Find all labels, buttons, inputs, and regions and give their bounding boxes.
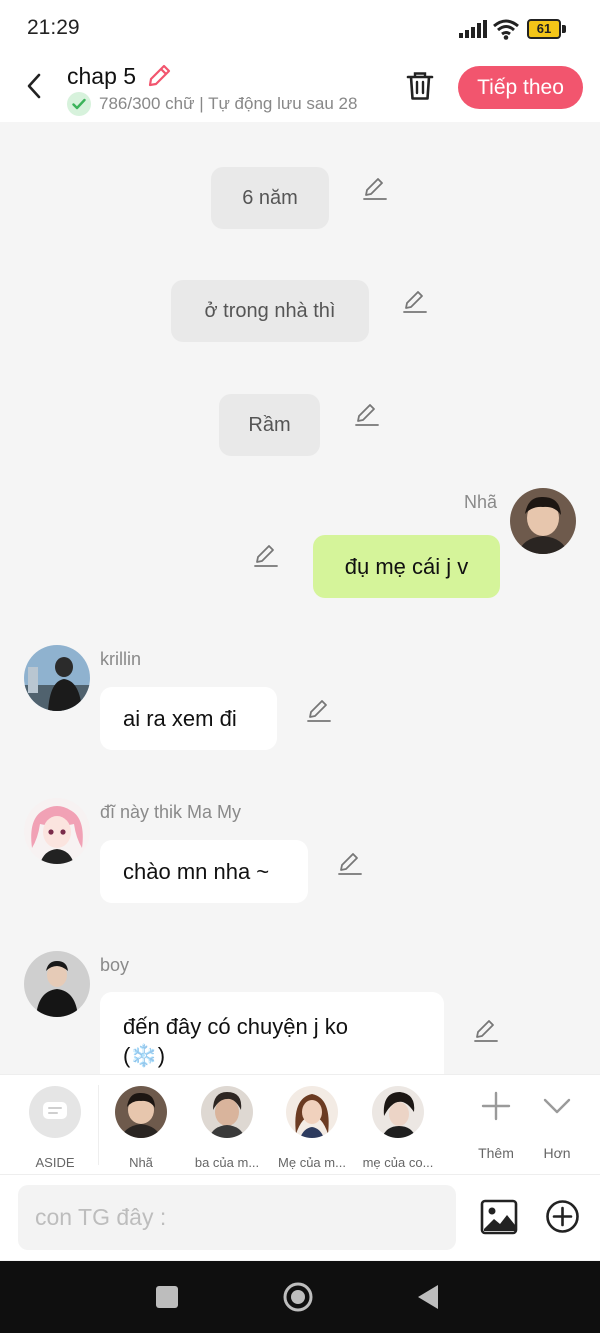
add-character-button[interactable]: Thêm (466, 1085, 526, 1169)
message-bubble[interactable]: ai ra xem đi (100, 687, 277, 750)
save-status: 786/300 chữ | Tự động lưu sau 28 (67, 92, 357, 116)
add-circle-icon[interactable] (545, 1199, 580, 1234)
edit-title-icon[interactable] (146, 63, 172, 89)
avatar (201, 1086, 253, 1138)
chat-area: 6 năm ở trong nhà thì Rầm Nhã đụ mẹ cái … (0, 122, 600, 1074)
more-label: Thêm (478, 1145, 514, 1161)
avatar (372, 1086, 424, 1138)
edit-pencil-icon[interactable] (354, 402, 380, 428)
sender-name: Nhã (464, 492, 498, 512)
narration-bubble[interactable]: ở trong nhà thì (171, 280, 369, 342)
expand-label: Hơn (543, 1145, 571, 1161)
character-label: ba của m... (194, 1155, 260, 1170)
character-label: Mẹ của m... (278, 1155, 346, 1170)
character-label: Nhã (129, 1155, 153, 1170)
character-label: ASIDE (35, 1155, 75, 1170)
sender-name: boy (100, 955, 130, 975)
character-aside[interactable]: ASIDE (11, 1085, 99, 1170)
chapter-title: chap 5 (67, 63, 137, 89)
home-circle-icon (283, 1282, 313, 1312)
character-label: mẹ của co... (362, 1155, 434, 1170)
character-ba[interactable]: ba của m... (183, 1085, 271, 1170)
character-nha[interactable]: Nhã (97, 1085, 185, 1170)
character-me-cua-co[interactable]: mẹ của co... (354, 1085, 442, 1170)
message-text-line: đến đây có chuyện j ko (123, 1014, 349, 1039)
message-bubble[interactable]: đến đây có chuyện j ko (❄️) (100, 992, 444, 1074)
message-input[interactable] (18, 1185, 456, 1250)
signal-icon (459, 20, 487, 38)
aside-icon (29, 1086, 81, 1138)
avatar[interactable] (510, 488, 576, 554)
edit-pencil-icon[interactable] (402, 289, 428, 315)
avatar[interactable] (24, 645, 90, 711)
sender-name: krillin (100, 649, 142, 669)
edit-pencil-icon[interactable] (253, 543, 279, 569)
square-icon (156, 1286, 178, 1308)
input-bar (0, 1174, 600, 1260)
image-icon[interactable] (480, 1199, 518, 1235)
character-me-cua-m[interactable]: Mẹ của m... (268, 1085, 356, 1170)
message-bubble[interactable]: chào mn nha ~ (100, 840, 308, 903)
avatar (286, 1086, 338, 1138)
avatar[interactable] (24, 951, 90, 1017)
plus-icon (481, 1091, 511, 1121)
edit-pencil-icon[interactable] (337, 851, 363, 877)
back-nav-button[interactable] (410, 1279, 446, 1315)
system-nav-bar (0, 1261, 600, 1333)
battery-level: 61 (536, 21, 552, 36)
edit-pencil-icon[interactable] (362, 176, 388, 202)
delete-button[interactable] (403, 69, 437, 103)
status-time: 21:29 (27, 16, 80, 39)
edit-pencil-icon[interactable] (306, 698, 332, 724)
trash-icon (406, 72, 434, 100)
message-bubble[interactable]: đụ mẹ cái j v (313, 535, 500, 598)
back-button[interactable] (18, 68, 50, 104)
narration-bubble[interactable]: Rầm (219, 394, 320, 456)
next-button[interactable]: Tiếp theo (458, 66, 583, 109)
expand-characters-button[interactable]: Hơn (527, 1085, 587, 1169)
character-strip: ASIDE Nhã ba của m... Mẹ của m... mẹ của… (0, 1074, 600, 1174)
status-bar: 21:29 61 (0, 0, 600, 56)
wifi-icon (493, 19, 519, 40)
recents-button[interactable] (149, 1279, 185, 1315)
battery-icon: 61 (527, 19, 567, 39)
editor-header: chap 5 786/300 chữ | Tự động lưu sau 28 … (0, 56, 600, 122)
chevron-down-icon (543, 1098, 571, 1114)
sender-name: đĩ này thik Ma My (100, 802, 242, 822)
check-icon (67, 92, 91, 116)
message-text-line: (❄️) (123, 1043, 166, 1068)
edit-pencil-icon[interactable] (473, 1018, 499, 1044)
avatar (115, 1086, 167, 1138)
narration-bubble[interactable]: 6 năm (211, 167, 329, 229)
chevron-left-icon (27, 73, 41, 99)
avatar[interactable] (24, 798, 90, 864)
triangle-back-icon (418, 1285, 438, 1309)
home-button[interactable] (280, 1279, 316, 1315)
word-count-status: 786/300 chữ | Tự động lưu sau 28 (99, 94, 358, 113)
